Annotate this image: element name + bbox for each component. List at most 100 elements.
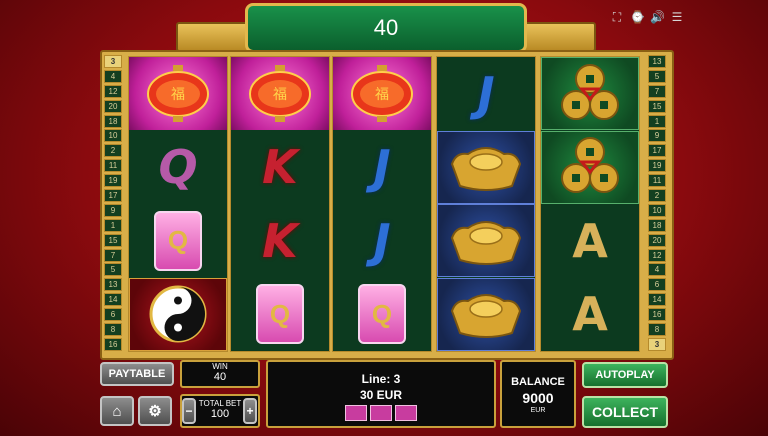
k-letter-icon: K [262,140,298,194]
balance-value: 9000 [522,390,554,406]
coins-icon [561,137,619,193]
svg-text:福: 福 [273,87,287,103]
q-symbol: Q [129,131,227,204]
a-symbol: A [541,278,639,351]
payline-number: 13 [104,278,122,292]
payline-number: 10 [104,129,122,143]
payline-number: 18 [104,114,122,128]
payline-number: 6 [648,278,666,292]
payline-number: 14 [648,293,666,307]
payline-number: 1 [648,114,666,128]
home-button[interactable]: ⌂ [100,396,134,426]
payline-number: 2 [104,144,122,158]
payline-number: 19 [648,159,666,173]
payline-numbers-right: 13 5 7 15 1 9 17 19 11 2 10 18 20 12 4 6 14 16 8 3 [648,55,666,351]
payline-number: 15 [104,233,122,247]
payline-number: 8 [648,323,666,337]
balance-panel: BALANCE 9000 EUR [500,360,576,428]
payline-number: 14 [104,293,122,307]
payline-number: 10 [648,203,666,217]
q-tile-symbol: Q [333,278,431,351]
gold-ingot-icon [450,294,522,338]
gold-ingot-symbol [437,130,535,204]
win-amount: 40 [373,15,399,40]
gold-ingot-icon [450,220,522,265]
payline-number: 15 [648,99,666,113]
j-symbol: J [333,204,431,277]
lantern-icon: 福 [351,64,413,122]
sound-icon[interactable]: 🔊 [650,10,665,24]
payline-numbers-left: 3 4 12 20 18 10 2 11 19 17 9 1 15 7 5 13 14 6 8 16 [104,55,122,351]
k-symbol: K [231,131,329,204]
coins-icon [561,63,619,120]
payline-number: 3 [648,337,666,351]
bet-increase-button[interactable]: + [243,398,257,424]
payline-number: 9 [104,203,122,217]
payline-number: 5 [104,263,122,277]
svg-text:福: 福 [375,87,389,103]
yin-yang-icon [149,285,207,343]
lantern-symbol: 福 [231,57,329,130]
payline-number: 13 [648,55,666,68]
payline-number: 5 [648,69,666,83]
q-letter-icon: Q [158,140,198,194]
line-info-amount: 30 EUR [359,388,403,402]
payline-number: 3 [104,55,122,68]
line-info-text: Line: 3 [361,372,401,386]
bet-decrease-button[interactable]: − [182,398,196,424]
minus-icon: − [185,404,193,418]
gold-ingot-icon [450,147,522,191]
payline-number: 7 [104,248,122,262]
a-letter-icon: A [572,287,608,341]
q-tile-icon: Q [256,284,304,344]
reel-3: 福JJQ [332,56,432,352]
lantern-mini-icon [370,405,392,421]
coins-symbol [541,130,639,204]
payline-number: 17 [104,189,122,203]
gold-ingot-symbol [437,204,535,277]
win-value: 40 [213,371,227,383]
payline-number: 2 [648,189,666,203]
plus-icon: + [246,404,254,418]
paytable-button[interactable]: PAYTABLE [100,362,174,386]
j-letter-icon: J [477,66,495,121]
autoplay-label: AUTOPLAY [595,369,655,381]
lantern-mini-icon [395,405,417,421]
payline-number: 4 [648,263,666,277]
payline-number: 4 [104,69,122,83]
total-bet-label: TOTAL BET [198,399,242,408]
q-tile-symbol: Q [231,278,329,351]
collect-button[interactable]: COLLECT [582,396,668,428]
lantern-symbol: 福 [129,57,227,130]
payline-number: 16 [648,308,666,322]
payline-number: 20 [104,99,122,113]
settings-button[interactable]: ⚙ [138,396,172,426]
menu-icon[interactable]: ☰ [670,10,684,24]
total-bet-value: 100 [210,408,230,420]
a-letter-icon: A [572,213,608,268]
reel-4: J [436,56,536,352]
payline-number: 18 [648,218,666,232]
payline-number: 1 [104,218,122,232]
balance-label: BALANCE [511,376,565,388]
payline-number: 12 [648,248,666,262]
line-info-panel: Line: 3 30 EUR [266,360,496,428]
a-symbol: A [541,204,639,277]
j-letter-icon: J [373,213,391,268]
payline-number: 19 [104,174,122,188]
autoplay-button[interactable]: AUTOPLAY [582,362,668,388]
j-symbol: J [333,131,431,204]
payline-number: 11 [104,159,122,173]
total-bet-display: TOTAL BET 100 [198,399,242,420]
j-symbol: J [437,57,535,130]
fullscreen-icon[interactable]: ⛶ [610,10,624,24]
lantern-icon: 福 [147,64,209,122]
history-icon[interactable]: ⌚ [630,10,645,24]
reel-2: 福KKQ [230,56,330,352]
q-tile-symbol: Q [129,204,227,277]
k-symbol: K [231,204,329,277]
payline-number: 7 [648,84,666,98]
coins-symbol [541,57,639,130]
payline-number: 16 [104,337,122,351]
j-letter-icon: J [373,140,391,194]
